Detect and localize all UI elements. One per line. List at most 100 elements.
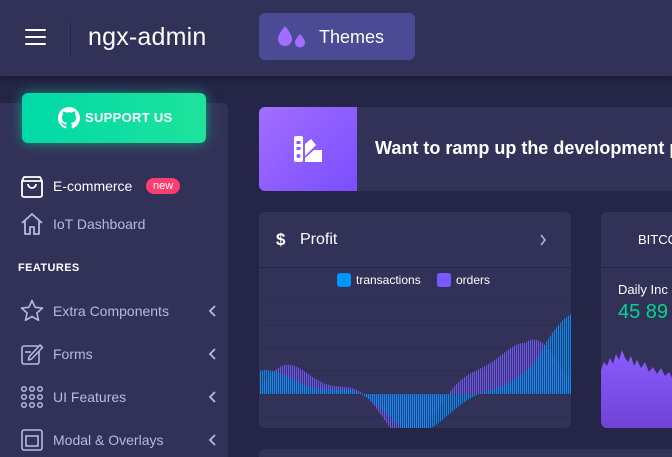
chart-bar (440, 394, 442, 422)
chart-bar (350, 390, 352, 394)
chart-bar (322, 389, 324, 394)
chart-bar (518, 376, 520, 394)
chart-bar (540, 351, 542, 394)
chart-bar (300, 383, 302, 394)
hamburger-icon[interactable] (25, 29, 46, 47)
chart-bar (372, 394, 374, 403)
chart-bar (474, 394, 476, 397)
chart-bar (472, 372, 474, 394)
chart-bar (484, 366, 486, 394)
chart-bar (546, 341, 548, 394)
chart-bar (504, 384, 506, 394)
edit-icon (21, 344, 44, 365)
chart-bar (288, 377, 290, 394)
chart-bar (564, 318, 566, 394)
chart-bar (482, 367, 484, 394)
chart-bar (524, 371, 526, 394)
chart-bar (306, 385, 308, 394)
chart-bar (278, 372, 280, 394)
sidebar-item-forms[interactable]: Forms (0, 336, 228, 372)
chart-bar (358, 393, 360, 394)
chevron-left-icon (208, 348, 216, 360)
chart-bar (562, 320, 564, 394)
chart-bar (500, 386, 502, 394)
chart-bar (452, 394, 454, 412)
chart-bar (302, 384, 304, 394)
support-us-label: SUPPORT US (85, 110, 173, 125)
chart-bar (264, 369, 266, 394)
browser-icon (21, 429, 43, 451)
chart-bar (558, 324, 560, 394)
chart-bar (552, 332, 554, 394)
chart-bar (462, 394, 464, 404)
next-card (259, 449, 672, 457)
support-us-button[interactable]: SUPPORT US (22, 93, 206, 143)
chart-bar (332, 389, 334, 394)
sidebar-item-extra-components[interactable]: Extra Components (0, 293, 228, 329)
chart-bar (318, 388, 320, 394)
profit-bar-chart[interactable] (259, 290, 571, 428)
themes-button[interactable]: Themes (259, 13, 415, 60)
chart-bar (308, 386, 310, 394)
chart-bar (284, 375, 286, 394)
chart-bar (382, 394, 384, 411)
daily-income-label: Daily Inc (618, 282, 668, 297)
chart-bar (560, 322, 562, 394)
chart-bar (434, 394, 436, 426)
chart-bar (482, 392, 484, 394)
chart-bar (416, 394, 418, 428)
chart-bar (470, 373, 472, 394)
app-logo[interactable]: ngx-admin (88, 23, 207, 52)
sidebar-item-ui-features[interactable]: UI Features (0, 379, 228, 415)
top-header: ngx-admin Themes (0, 0, 672, 76)
chart-bar (294, 380, 296, 394)
chart-bar (448, 394, 450, 415)
chart-bar (456, 384, 458, 394)
chart-bar (458, 382, 460, 394)
sidebar-item-iot-dashboard[interactable]: IoT Dashboard (0, 206, 228, 242)
chart-bar (464, 394, 466, 402)
chart-bar (456, 394, 458, 408)
chart-bar (494, 388, 496, 394)
chart-bar (326, 389, 328, 394)
chart-bar (360, 392, 362, 394)
sidebar-item-modal-overlays[interactable]: Modal & Overlays (0, 422, 228, 457)
chart-bar (556, 327, 558, 394)
chart-bar (532, 364, 534, 394)
chart-bar (436, 394, 438, 425)
chart-bar (356, 392, 358, 394)
github-icon (58, 107, 80, 129)
chart-bar (528, 367, 530, 394)
chart-bar (342, 389, 344, 394)
chart-bar (522, 372, 524, 394)
chart-bar (510, 381, 512, 394)
shopping-bag-icon (21, 176, 43, 198)
sidebar-item-e-commerce[interactable]: E-commerce new (0, 168, 228, 204)
chart-bar (488, 390, 490, 394)
chart-bar (480, 393, 482, 394)
chart-bar (480, 368, 482, 394)
chart-bar (392, 394, 394, 421)
chart-bar (526, 369, 528, 394)
chart-bar (414, 394, 416, 428)
legend-swatch (337, 273, 351, 287)
chart-bar (458, 394, 460, 407)
chart-bar (496, 387, 498, 394)
chart-bar (418, 394, 420, 428)
chevron-right-icon[interactable] (539, 234, 547, 246)
chart-bar (520, 374, 522, 394)
chart-bar (386, 394, 388, 415)
chart-bar (536, 358, 538, 394)
chart-bar (404, 394, 406, 428)
chart-bar (426, 394, 428, 428)
chevron-left-icon (208, 391, 216, 403)
chart-bar (554, 329, 556, 394)
sidebar-item-label: Forms (53, 346, 93, 362)
chart-bar (292, 379, 294, 394)
sidebar-item-label: E-commerce (53, 178, 133, 194)
chart-bar (330, 389, 332, 394)
chart-bar (260, 370, 262, 394)
card-divider (601, 267, 672, 268)
promo-banner[interactable]: Want to ramp up the development pro (259, 107, 672, 191)
chart-bar (346, 389, 348, 394)
